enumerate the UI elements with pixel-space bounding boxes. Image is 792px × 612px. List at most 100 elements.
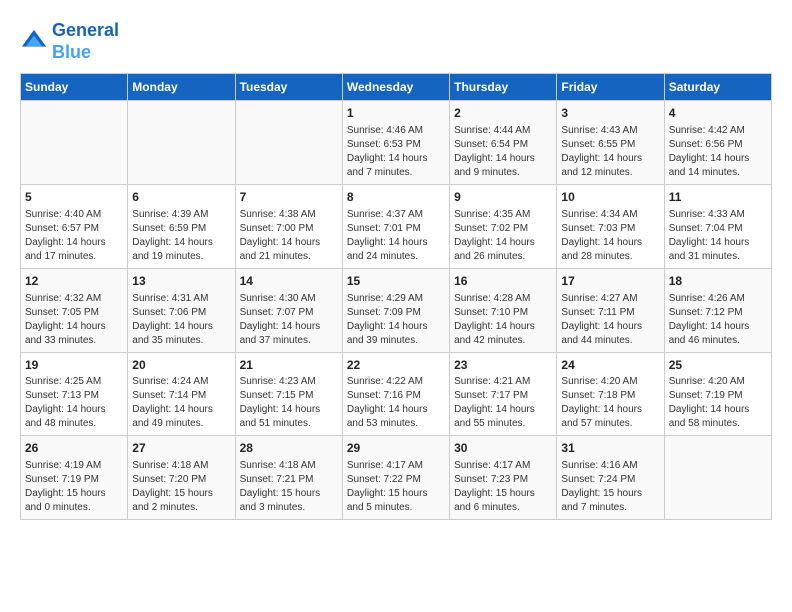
calendar-cell: 8 Sunrise: 4:37 AM Sunset: 7:01 PM Daylig… <box>342 184 449 268</box>
day-info: Sunrise: 4:26 AM Sunset: 7:12 PM Dayligh… <box>669 292 767 348</box>
day-info: Sunrise: 4:34 AM Sunset: 7:03 PM Dayligh… <box>561 208 659 264</box>
calendar-week-2: 5Sunrise: 4:40 AM Sunset: 6:57 PM Daylig… <box>21 184 772 268</box>
day-number: 23 <box>454 357 552 374</box>
calendar-cell: 10 Sunrise: 4:34 AM Sunset: 7:03 PM Dayli… <box>557 184 664 268</box>
day-info: Sunrise: 4:46 AM Sunset: 6:53 PM Dayligh… <box>347 124 445 180</box>
logo-text: GeneralBlue <box>52 20 119 63</box>
day-number: 2 <box>454 105 552 122</box>
day-info: Sunrise: 4:25 AM Sunset: 7:13 PM Dayligh… <box>25 375 123 431</box>
calendar-cell: 30 Sunrise: 4:17 AM Sunset: 7:23 PM Dayli… <box>450 436 557 520</box>
day-info: Sunrise: 4:18 AM Sunset: 7:20 PM Dayligh… <box>132 459 230 515</box>
calendar-cell <box>235 101 342 185</box>
column-header-sunday: Sunday <box>21 74 128 101</box>
calendar-cell: 4Sunrise: 4:42 AM Sunset: 6:56 PM Daylig… <box>664 101 771 185</box>
calendar-cell: 1 Sunrise: 4:46 AM Sunset: 6:53 PM Daylig… <box>342 101 449 185</box>
calendar-cell: 18 Sunrise: 4:26 AM Sunset: 7:12 PM Dayli… <box>664 268 771 352</box>
day-number: 4 <box>669 105 767 122</box>
day-number: 18 <box>669 273 767 290</box>
day-info: Sunrise: 4:24 AM Sunset: 7:14 PM Dayligh… <box>132 375 230 431</box>
day-number: 28 <box>240 440 338 457</box>
day-info: Sunrise: 4:37 AM Sunset: 7:01 PM Dayligh… <box>347 208 445 264</box>
day-number: 10 <box>561 189 659 206</box>
column-header-monday: Monday <box>128 74 235 101</box>
day-info: Sunrise: 4:27 AM Sunset: 7:11 PM Dayligh… <box>561 292 659 348</box>
day-info: Sunrise: 4:39 AM Sunset: 6:59 PM Dayligh… <box>132 208 230 264</box>
calendar-cell: 26 Sunrise: 4:19 AM Sunset: 7:19 PM Dayli… <box>21 436 128 520</box>
calendar-header-row: SundayMondayTuesdayWednesdayThursdayFrid… <box>21 74 772 101</box>
day-info: Sunrise: 4:20 AM Sunset: 7:18 PM Dayligh… <box>561 375 659 431</box>
calendar-cell: 27 Sunrise: 4:18 AM Sunset: 7:20 PM Dayli… <box>128 436 235 520</box>
calendar-cell <box>21 101 128 185</box>
day-info: Sunrise: 4:29 AM Sunset: 7:09 PM Dayligh… <box>347 292 445 348</box>
day-info: Sunrise: 4:18 AM Sunset: 7:21 PM Dayligh… <box>240 459 338 515</box>
day-number: 24 <box>561 357 659 374</box>
calendar-cell: 21Sunrise: 4:23 AM Sunset: 7:15 PM Dayli… <box>235 352 342 436</box>
day-info: Sunrise: 4:38 AM Sunset: 7:00 PM Dayligh… <box>240 208 338 264</box>
day-number: 12 <box>25 273 123 290</box>
day-info: Sunrise: 4:17 AM Sunset: 7:23 PM Dayligh… <box>454 459 552 515</box>
calendar-cell: 16 Sunrise: 4:28 AM Sunset: 7:10 PM Dayli… <box>450 268 557 352</box>
day-info: Sunrise: 4:17 AM Sunset: 7:22 PM Dayligh… <box>347 459 445 515</box>
day-number: 20 <box>132 357 230 374</box>
logo: GeneralBlue <box>20 20 119 63</box>
day-number: 8 <box>347 189 445 206</box>
column-header-thursday: Thursday <box>450 74 557 101</box>
day-number: 19 <box>25 357 123 374</box>
column-header-wednesday: Wednesday <box>342 74 449 101</box>
day-number: 3 <box>561 105 659 122</box>
day-number: 14 <box>240 273 338 290</box>
calendar-cell: 13 Sunrise: 4:31 AM Sunset: 7:06 PM Dayli… <box>128 268 235 352</box>
day-info: Sunrise: 4:43 AM Sunset: 6:55 PM Dayligh… <box>561 124 659 180</box>
day-info: Sunrise: 4:44 AM Sunset: 6:54 PM Dayligh… <box>454 124 552 180</box>
calendar-cell: 11Sunrise: 4:33 AM Sunset: 7:04 PM Dayli… <box>664 184 771 268</box>
calendar-cell: 7 Sunrise: 4:38 AM Sunset: 7:00 PM Daylig… <box>235 184 342 268</box>
day-info: Sunrise: 4:32 AM Sunset: 7:05 PM Dayligh… <box>25 292 123 348</box>
calendar-cell: 3 Sunrise: 4:43 AM Sunset: 6:55 PM Daylig… <box>557 101 664 185</box>
calendar-cell: 24Sunrise: 4:20 AM Sunset: 7:18 PM Dayli… <box>557 352 664 436</box>
column-header-tuesday: Tuesday <box>235 74 342 101</box>
calendar-cell <box>664 436 771 520</box>
calendar-cell: 29 Sunrise: 4:17 AM Sunset: 7:22 PM Dayli… <box>342 436 449 520</box>
day-info: Sunrise: 4:35 AM Sunset: 7:02 PM Dayligh… <box>454 208 552 264</box>
day-info: Sunrise: 4:31 AM Sunset: 7:06 PM Dayligh… <box>132 292 230 348</box>
day-number: 30 <box>454 440 552 457</box>
calendar-cell: 9 Sunrise: 4:35 AM Sunset: 7:02 PM Daylig… <box>450 184 557 268</box>
day-number: 7 <box>240 189 338 206</box>
day-info: Sunrise: 4:20 AM Sunset: 7:19 PM Dayligh… <box>669 375 767 431</box>
day-number: 26 <box>25 440 123 457</box>
calendar-cell: 6Sunrise: 4:39 AM Sunset: 6:59 PM Daylig… <box>128 184 235 268</box>
day-number: 25 <box>669 357 767 374</box>
day-info: Sunrise: 4:16 AM Sunset: 7:24 PM Dayligh… <box>561 459 659 515</box>
calendar-cell: 31 Sunrise: 4:16 AM Sunset: 7:24 PM Dayli… <box>557 436 664 520</box>
day-number: 1 <box>347 105 445 122</box>
calendar-week-1: 1 Sunrise: 4:46 AM Sunset: 6:53 PM Daylig… <box>21 101 772 185</box>
day-number: 13 <box>132 273 230 290</box>
day-number: 5 <box>25 189 123 206</box>
calendar-table: SundayMondayTuesdayWednesdayThursdayFrid… <box>20 73 772 520</box>
day-number: 29 <box>347 440 445 457</box>
calendar-cell: 12 Sunrise: 4:32 AM Sunset: 7:05 PM Dayli… <box>21 268 128 352</box>
day-info: Sunrise: 4:22 AM Sunset: 7:16 PM Dayligh… <box>347 375 445 431</box>
calendar-week-3: 12 Sunrise: 4:32 AM Sunset: 7:05 PM Dayli… <box>21 268 772 352</box>
calendar-cell: 15Sunrise: 4:29 AM Sunset: 7:09 PM Dayli… <box>342 268 449 352</box>
day-info: Sunrise: 4:30 AM Sunset: 7:07 PM Dayligh… <box>240 292 338 348</box>
logo-icon <box>20 28 48 56</box>
day-info: Sunrise: 4:19 AM Sunset: 7:19 PM Dayligh… <box>25 459 123 515</box>
day-number: 9 <box>454 189 552 206</box>
day-number: 31 <box>561 440 659 457</box>
calendar-cell: 17 Sunrise: 4:27 AM Sunset: 7:11 PM Dayli… <box>557 268 664 352</box>
calendar-cell: 23Sunrise: 4:21 AM Sunset: 7:17 PM Dayli… <box>450 352 557 436</box>
calendar-week-4: 19Sunrise: 4:25 AM Sunset: 7:13 PM Dayli… <box>21 352 772 436</box>
calendar-cell: 25Sunrise: 4:20 AM Sunset: 7:19 PM Dayli… <box>664 352 771 436</box>
day-number: 27 <box>132 440 230 457</box>
calendar-cell: 20Sunrise: 4:24 AM Sunset: 7:14 PM Dayli… <box>128 352 235 436</box>
calendar-cell <box>128 101 235 185</box>
day-number: 22 <box>347 357 445 374</box>
calendar-cell: 28 Sunrise: 4:18 AM Sunset: 7:21 PM Dayli… <box>235 436 342 520</box>
day-info: Sunrise: 4:33 AM Sunset: 7:04 PM Dayligh… <box>669 208 767 264</box>
day-number: 16 <box>454 273 552 290</box>
calendar-cell: 22Sunrise: 4:22 AM Sunset: 7:16 PM Dayli… <box>342 352 449 436</box>
day-number: 17 <box>561 273 659 290</box>
calendar-cell: 14 Sunrise: 4:30 AM Sunset: 7:07 PM Dayli… <box>235 268 342 352</box>
day-info: Sunrise: 4:28 AM Sunset: 7:10 PM Dayligh… <box>454 292 552 348</box>
